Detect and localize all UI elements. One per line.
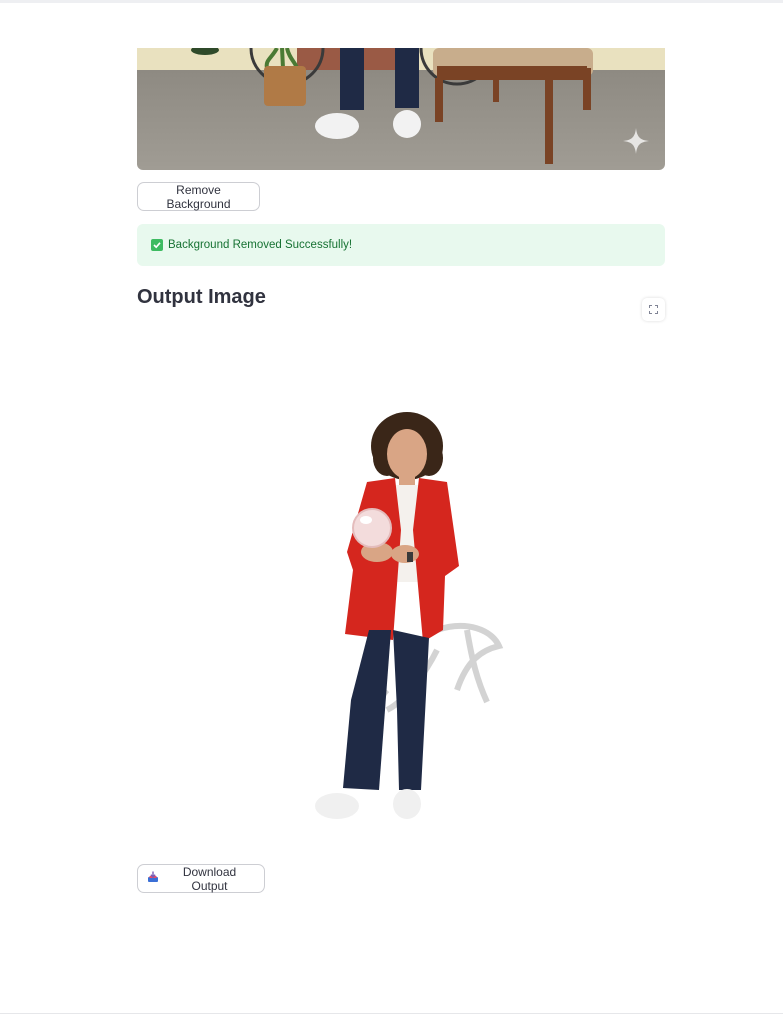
top-divider <box>0 0 783 3</box>
fullscreen-button[interactable] <box>642 298 665 321</box>
remove-background-button[interactable]: Remove Background <box>137 182 260 211</box>
alert-message: Background Removed Successfully! <box>168 239 353 251</box>
output-image <box>137 330 665 850</box>
remove-background-label: Remove Background <box>166 182 231 211</box>
input-image <box>137 48 665 170</box>
success-alert: Background Removed Successfully! <box>137 224 665 266</box>
check-box-icon <box>151 239 163 251</box>
fullscreen-icon <box>649 301 658 319</box>
inbox-tray-icon <box>147 871 159 886</box>
sparkle-icon <box>623 128 649 154</box>
output-title: Output Image <box>137 286 266 308</box>
bottom-divider <box>0 1013 783 1014</box>
download-output-button[interactable]: Download Output <box>137 864 265 893</box>
download-output-label: Download Output <box>182 864 237 893</box>
